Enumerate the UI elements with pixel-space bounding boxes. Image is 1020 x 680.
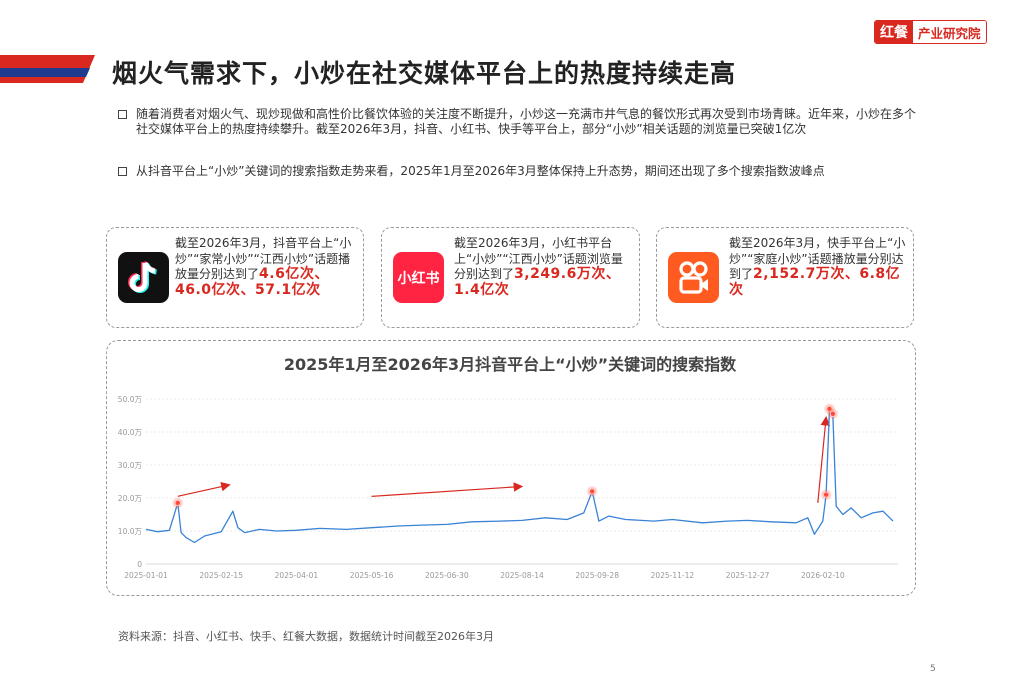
x-tick-label: 2025-04-01 <box>275 571 319 580</box>
x-tick-label: 2025-05-16 <box>350 571 394 580</box>
trend-arrow <box>177 481 231 497</box>
x-tick-label: 2025-06-30 <box>425 571 469 580</box>
y-tick-label: 40.0万 <box>118 428 143 437</box>
series-line <box>145 408 894 544</box>
trend-arrow <box>371 482 524 497</box>
x-tick-label: 2025-08-14 <box>500 571 544 580</box>
y-tick-label: 50.0万 <box>118 395 143 404</box>
y-tick-label: 30.0万 <box>118 461 143 470</box>
x-tick-label: 2025-01-01 <box>124 571 168 580</box>
y-tick-label: 10.0万 <box>118 527 143 536</box>
peak-marker <box>823 491 830 498</box>
data-source-note: 资料来源：抖音、小红书、快手、红餐大数据，数据统计时间截至2026年3月 <box>118 630 494 643</box>
x-tick-label: 2026-02-10 <box>801 571 845 580</box>
x-tick-label: 2025-02-15 <box>199 571 243 580</box>
page-number: 5 <box>930 664 936 674</box>
x-tick-label: 2025-09-28 <box>575 571 619 580</box>
x-tick-label: 2025-12-27 <box>726 571 770 580</box>
y-tick-label: 20.0万 <box>118 494 143 503</box>
search-index-line-chart: 0 10.0万 20.0万 30.0万 40.0万 50.0万 2025-01-01 202… <box>118 395 898 580</box>
peak-marker <box>829 410 836 417</box>
peak-marker <box>589 488 596 495</box>
peak-marker <box>174 499 181 506</box>
y-tick-label: 0 <box>137 560 142 569</box>
x-tick-label: 2025-11-12 <box>651 571 695 580</box>
